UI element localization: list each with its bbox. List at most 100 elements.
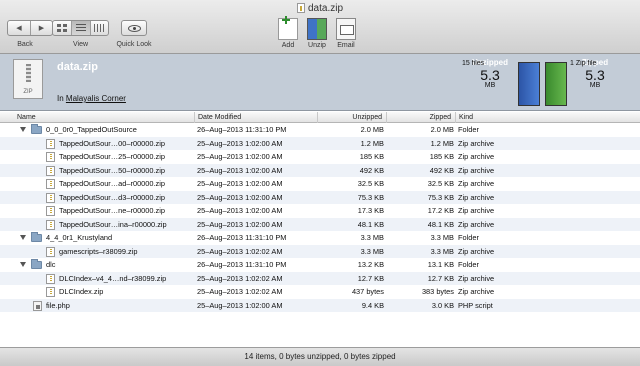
table-row[interactable]: TappedOutSour…50–r00000.zip 25–Aug–2013 … xyxy=(0,163,640,177)
table-row[interactable]: gamescripts–r38099.zip 25–Aug–2013 1:02:… xyxy=(0,244,640,258)
unzip-label: Unzip xyxy=(308,42,326,49)
status-text: 14 items, 0 bytes unzipped, 0 bytes zipp… xyxy=(244,352,396,361)
zipped-count: 1 Zip file xyxy=(570,60,597,67)
file-name: TappedOutSour…d3–r00000.zip xyxy=(59,192,166,202)
date-modified: 25–Aug–2013 1:02:00 AM xyxy=(197,300,283,310)
table-row[interactable]: TappedOutSour…ad–r00000.zip 25–Aug–2013 … xyxy=(0,177,640,191)
zipped-size: 48.1 KB xyxy=(427,219,454,229)
unzipped-size: 9.4 KB xyxy=(361,300,384,310)
table-row[interactable]: TappedOutSour…d3–r00000.zip 25–Aug–2013 … xyxy=(0,190,640,204)
zip-document-icon xyxy=(296,3,305,13)
unzipped-count: 15 files xyxy=(462,60,485,67)
unzipped-size: 492 KB xyxy=(359,165,384,175)
unzipped-summary: Unzipped 5.3 MB 15 files xyxy=(462,58,518,89)
file-name: DLCIndex–v4_4…nd–r38099.zip xyxy=(59,273,167,283)
file-kind: Zip archive xyxy=(458,152,495,161)
unzipped-size: 185 KB xyxy=(359,152,384,161)
column-header-unzipped[interactable]: Unzipped xyxy=(317,112,386,123)
unzipped-size: 3.3 MB xyxy=(360,233,384,242)
unzipped-size: 13.2 KB xyxy=(357,260,384,269)
date-modified: 25–Aug–2013 1:02:00 AM xyxy=(197,152,283,161)
arrow-right-icon: ▶ xyxy=(38,25,45,32)
unzipped-size: 75.3 KB xyxy=(357,192,384,202)
column-header-name[interactable]: Name xyxy=(14,112,194,123)
icon-view-icon xyxy=(57,24,68,32)
table-row[interactable]: TappedOutSour…00–r00000.zip 25–Aug–2013 … xyxy=(0,136,640,150)
disclosure-triangle-icon[interactable] xyxy=(20,127,26,132)
zipped-size: 185 KB xyxy=(429,152,454,161)
location-link[interactable]: Malayalis Corner xyxy=(66,94,126,103)
zip-file-icon xyxy=(46,179,55,189)
forward-button[interactable]: ▶ xyxy=(30,21,52,35)
column-header-date-modified[interactable]: Date Modified xyxy=(194,112,317,123)
view-mode-control xyxy=(52,20,109,36)
zip-file-icon xyxy=(46,246,55,257)
file-kind: Zip archive xyxy=(458,287,495,296)
table-row-folder[interactable]: 4_4_0r1_Krustyland 26–Aug–2013 11:31:10 … xyxy=(0,231,640,245)
back-forward-control: ◀ ▶ xyxy=(7,20,53,36)
zip-file-icon xyxy=(46,219,55,230)
file-name: 0_0_0r0_TappedOutSource xyxy=(46,125,137,134)
column-header-kind[interactable]: Kind xyxy=(455,112,640,123)
zipper-icon xyxy=(26,64,31,82)
table-row[interactable]: DLCIndex.zip 25–Aug–2013 1:02:02 AM 437 … xyxy=(0,285,640,299)
table-row-folder[interactable]: dlc 26–Aug–2013 11:31:10 PM 13.2 KB 13.1… xyxy=(0,258,640,272)
quick-look-button[interactable] xyxy=(121,20,147,36)
file-name: TappedOutSour…00–r00000.zip xyxy=(59,138,166,148)
file-kind: Zip archive xyxy=(458,219,495,229)
toolbar: data.zip ◀ ▶ Back View Quick Look Add Un… xyxy=(0,0,640,54)
file-kind: Folder xyxy=(458,260,479,269)
column-view-button[interactable] xyxy=(89,21,108,35)
email-button[interactable]: Email xyxy=(332,18,360,49)
file-name: file.php xyxy=(46,300,70,310)
table-row[interactable]: DLCIndex–v4_4…nd–r38099.zip 25–Aug–2013 … xyxy=(0,271,640,285)
file-kind: Zip archive xyxy=(458,179,495,188)
unzipped-size: 32.5 KB xyxy=(357,179,384,188)
location-prefix: In xyxy=(57,94,64,103)
file-name: TappedOutSour…25–r00000.zip xyxy=(59,152,166,161)
zipped-size: 17.2 KB xyxy=(427,206,454,215)
zipped-size: 3.3 MB xyxy=(430,233,454,242)
date-modified: 26–Aug–2013 11:31:10 PM xyxy=(197,260,287,269)
file-name: dlc xyxy=(46,260,56,269)
file-name: TappedOutSour…ne–r00000.zip xyxy=(59,206,166,215)
table-row[interactable]: TappedOutSour…25–r00000.zip 25–Aug–2013 … xyxy=(0,150,640,164)
unzipped-size: 437 bytes xyxy=(351,287,384,296)
disclosure-triangle-icon[interactable] xyxy=(20,235,26,240)
unzipped-size: 48.1 KB xyxy=(357,219,384,229)
zipped-book-icon xyxy=(545,62,567,106)
date-modified: 25–Aug–2013 1:02:02 AM xyxy=(197,273,283,283)
list-view-button[interactable] xyxy=(71,21,90,35)
file-kind: Folder xyxy=(458,125,479,134)
unzipped-size: 17.3 KB xyxy=(357,206,384,215)
unzipped-size: 12.7 KB xyxy=(357,273,384,283)
unzip-button[interactable]: Unzip xyxy=(303,18,331,49)
table-row-folder[interactable]: 0_0_0r0_TappedOutSource 26–Aug–2013 11:3… xyxy=(0,123,640,137)
column-header-zipped[interactable]: Zipped xyxy=(386,112,455,123)
date-modified: 25–Aug–2013 1:02:00 AM xyxy=(197,192,283,202)
table-row[interactable]: TappedOutSour…ne–r00000.zip 25–Aug–2013 … xyxy=(0,204,640,218)
zipped-size: 492 KB xyxy=(429,165,454,175)
window-title-text: data.zip xyxy=(307,3,344,14)
archive-location: In Malayalis Corner xyxy=(57,94,126,103)
folder-icon xyxy=(31,259,42,269)
back-button[interactable]: ◀ xyxy=(8,21,30,35)
table-row[interactable]: file.php 25–Aug–2013 1:02:00 AM 9.4 KB 3… xyxy=(0,298,640,312)
disclosure-triangle-icon[interactable] xyxy=(20,262,26,267)
date-modified: 26–Aug–2013 11:31:10 PM xyxy=(197,125,287,134)
unzipped-size: 1.2 MB xyxy=(360,138,384,148)
table-row[interactable]: TappedOutSour…ina–r00000.zip 25–Aug–2013… xyxy=(0,217,640,231)
folder-icon xyxy=(31,124,42,134)
file-name: DLCIndex.zip xyxy=(59,287,104,296)
zipped-size: 75.3 KB xyxy=(427,192,454,202)
add-button[interactable]: Add xyxy=(274,16,302,49)
table-header: Name Date Modified Unzipped Zipped Kind xyxy=(0,112,640,123)
window-title: data.zip xyxy=(0,3,640,14)
archive-info-panel: ZIP data.zip In Malayalis Corner Unzippe… xyxy=(0,54,640,111)
status-bar: 14 items, 0 bytes unzipped, 0 bytes zipp… xyxy=(0,347,640,366)
icon-view-button[interactable] xyxy=(53,21,71,35)
zipped-summary: Zipped 5.3 MB 1 Zip file xyxy=(570,58,620,89)
date-modified: 25–Aug–2013 1:02:00 AM xyxy=(197,219,283,229)
zip-file-icon xyxy=(46,206,55,216)
file-kind: Zip archive xyxy=(458,273,495,283)
